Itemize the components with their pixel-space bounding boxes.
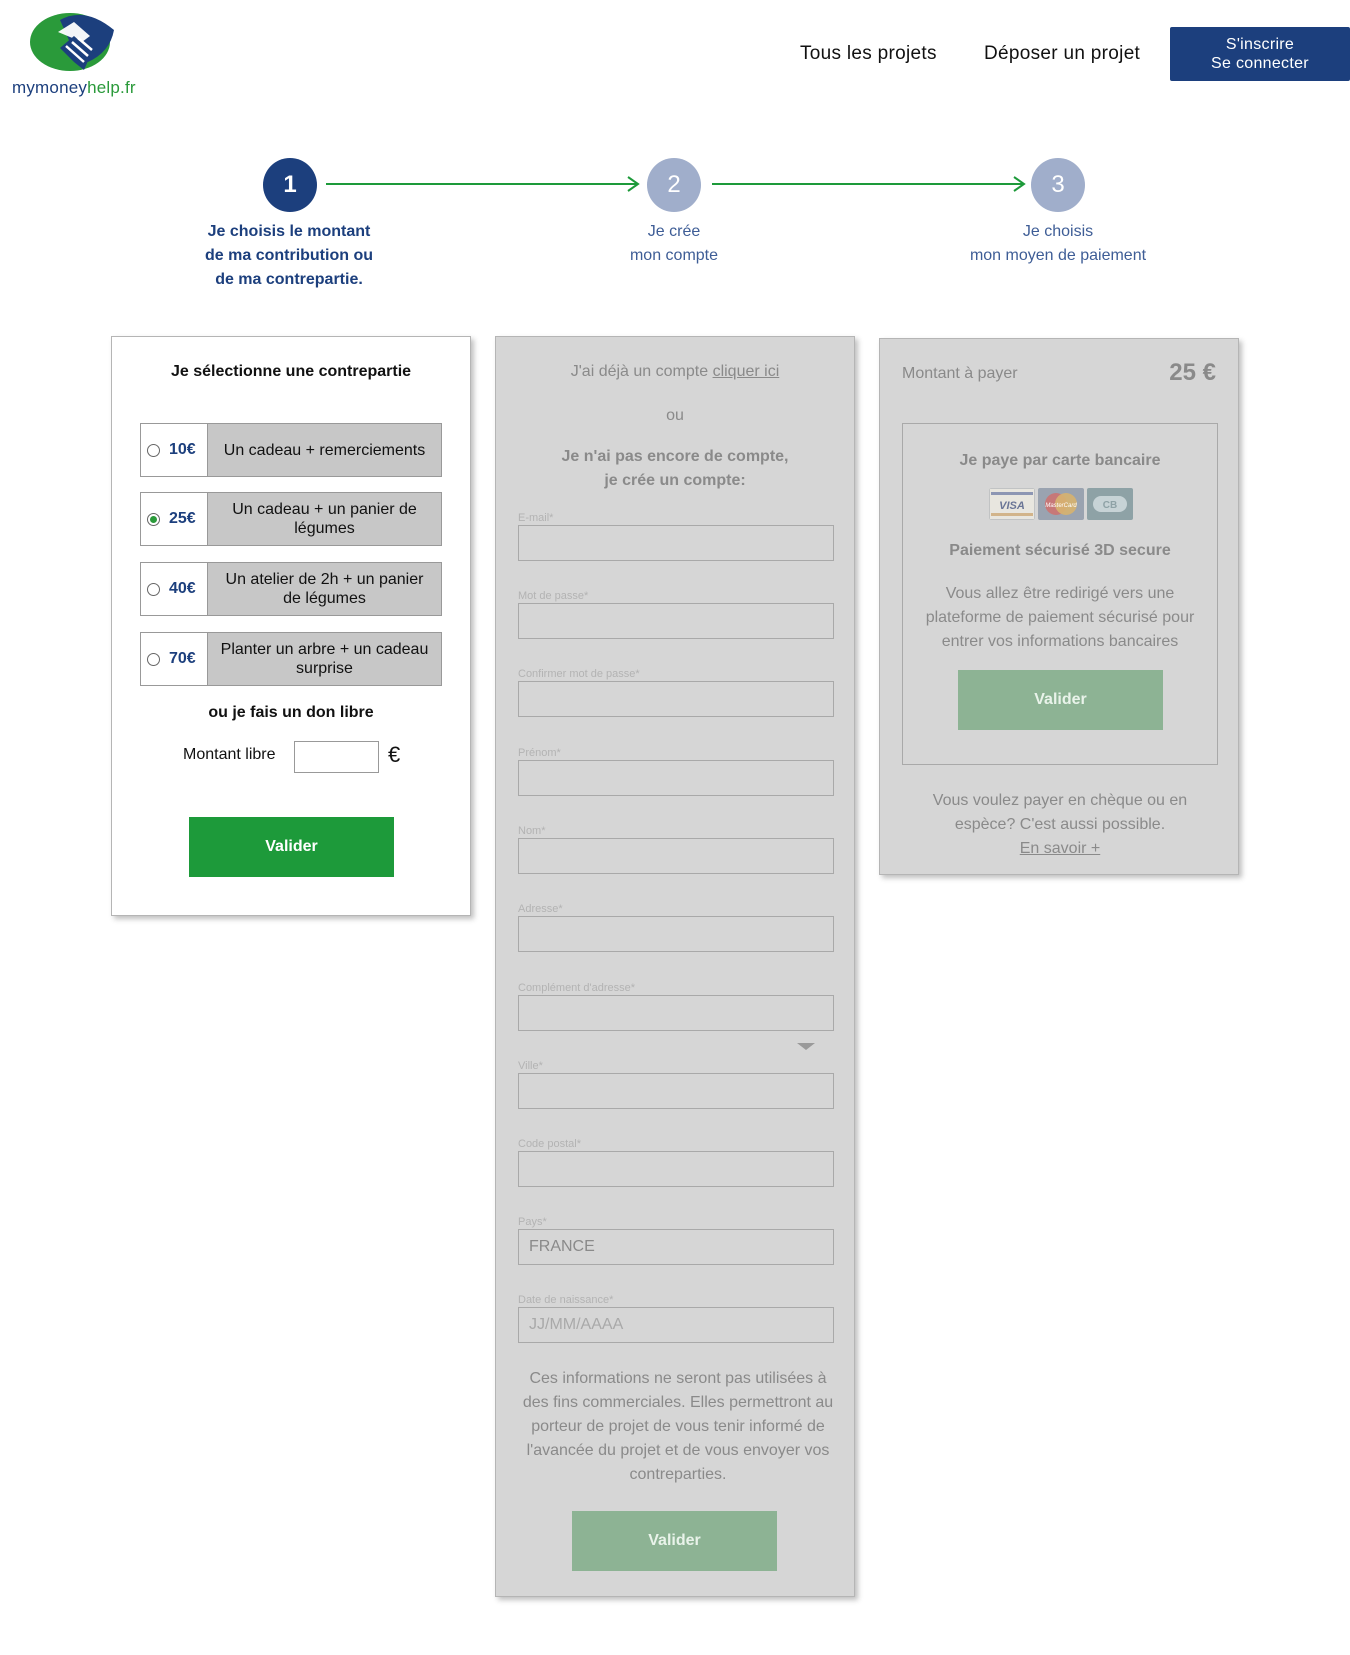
logo-text: mymoneyhelp.fr bbox=[12, 78, 136, 97]
ville-field[interactable] bbox=[518, 1073, 834, 1109]
option-label: Un cadeau + remerciements bbox=[207, 424, 441, 476]
contrepartie-title: Je sélectionne une contrepartie bbox=[170, 363, 412, 380]
password-field[interactable] bbox=[518, 603, 834, 639]
already-account-text: J'ai déjà un compte cliquer ici bbox=[570, 363, 780, 380]
adresse-field[interactable] bbox=[518, 916, 834, 952]
option-price: 10€ bbox=[169, 441, 196, 458]
montant-libre-input[interactable] bbox=[294, 741, 379, 773]
nom-label: Nom* bbox=[518, 825, 546, 837]
contrepartie-panel: Je sélectionne une contrepartie 10€ Un c… bbox=[111, 336, 471, 916]
don-libre-heading: ou je fais un don libre bbox=[208, 704, 374, 721]
svg-text:MasterCard: MasterCard bbox=[1045, 503, 1077, 509]
email-field[interactable] bbox=[518, 525, 834, 561]
option-price: 25€ bbox=[169, 510, 196, 527]
secure-payment-text: Paiement sécurisé 3D secure bbox=[949, 542, 1171, 559]
date-naissance-field[interactable]: JJ/MM/AAAA bbox=[518, 1307, 834, 1343]
amount-label: Montant à payer bbox=[902, 365, 1018, 382]
amount-value: 25 € bbox=[1169, 359, 1216, 386]
option-label: Planter un arbre + un cadeau surprise bbox=[207, 633, 441, 685]
radio-button[interactable] bbox=[147, 444, 160, 457]
card-payment-title: Je paye par carte bancaire bbox=[959, 452, 1161, 469]
visa-icon: VISA bbox=[989, 488, 1035, 520]
valider-contrepartie-button[interactable]: Valider bbox=[189, 817, 394, 877]
nav-link-deposer-un-projet[interactable]: Déposer un projet bbox=[984, 43, 1140, 65]
ville-label: Ville* bbox=[518, 1060, 543, 1072]
alt-payment-text: Vous voulez payer en chèque ou en espèce… bbox=[902, 789, 1218, 861]
date-naissance-label: Date de naissance* bbox=[518, 1294, 614, 1306]
handshake-logo-icon bbox=[30, 13, 114, 71]
step-1-label: Je choisis le montant de ma contribution… bbox=[205, 223, 373, 288]
step-2-label: Je crée mon compte bbox=[629, 223, 719, 264]
valider-payment-button[interactable]: Valider bbox=[958, 670, 1163, 730]
confirm-password-label: Confirmer mot de passe* bbox=[518, 668, 640, 680]
euro-symbol: € bbox=[388, 742, 401, 767]
option-price: 40€ bbox=[169, 580, 196, 597]
valider-account-button[interactable]: Valider bbox=[572, 1511, 777, 1571]
nav-link-tous-les-projets[interactable]: Tous les projets bbox=[800, 43, 937, 65]
create-account-heading: Je n'ai pas encore de compte, je crée un… bbox=[561, 448, 789, 489]
complement-adresse-label: Complément d'adresse* bbox=[518, 982, 636, 994]
email-label: E-mail* bbox=[518, 512, 554, 524]
option-label: Un atelier de 2h + un panier de légumes bbox=[207, 563, 441, 615]
nom-field[interactable] bbox=[518, 838, 834, 874]
option-price: 70€ bbox=[169, 650, 196, 667]
en-savoir-plus-link[interactable]: En savoir + bbox=[902, 837, 1218, 861]
option-10[interactable]: 10€ Un cadeau + remerciements bbox=[140, 423, 442, 477]
payment-panel: Montant à payer 25 € Je paye par carte b… bbox=[879, 338, 1239, 875]
logo[interactable]: mymoneyhelp.fr bbox=[12, 12, 142, 102]
option-label: Un cadeau + un panier de légumes bbox=[207, 493, 441, 545]
login-link[interactable]: cliquer ici bbox=[713, 363, 780, 380]
option-40[interactable]: 40€ Un atelier de 2h + un panier de légu… bbox=[140, 562, 442, 616]
prenom-label: Prénom* bbox=[518, 747, 561, 759]
radio-button-checked[interactable] bbox=[147, 513, 160, 526]
code-postal-label: Code postal* bbox=[518, 1138, 581, 1150]
mastercard-icon: MasterCard bbox=[1038, 488, 1084, 520]
signup-label: S'inscrire bbox=[1225, 36, 1295, 53]
radio-button[interactable] bbox=[147, 583, 160, 596]
step-2-circle: 2 bbox=[647, 158, 701, 212]
svg-text:CB: CB bbox=[1103, 500, 1117, 511]
step-arrow-1 bbox=[326, 176, 640, 192]
option-25[interactable]: 25€ Un cadeau + un panier de légumes bbox=[140, 492, 442, 546]
pays-field[interactable]: FRANCE bbox=[518, 1229, 834, 1265]
step-arrow-2 bbox=[712, 176, 1026, 192]
cb-card-icon: CB bbox=[1087, 488, 1133, 520]
step-3-label: Je choisis mon moyen de paiement bbox=[969, 223, 1147, 264]
card-logos: VISA MasterCard CB bbox=[989, 488, 1133, 520]
option-70[interactable]: 70€ Planter un arbre + un cadeau surpris… bbox=[140, 632, 442, 686]
signup-login-button[interactable]: S'inscrire Se connecter bbox=[1170, 27, 1350, 81]
complement-adresse-field[interactable] bbox=[518, 995, 834, 1031]
adresse-label: Adresse* bbox=[518, 903, 563, 915]
step-3-circle: 3 bbox=[1031, 158, 1085, 212]
privacy-note: Ces informations ne seront pas utilisées… bbox=[522, 1370, 834, 1483]
step-1-circle: 1 bbox=[263, 158, 317, 212]
montant-libre-label: Montant libre bbox=[183, 746, 276, 763]
radio-button[interactable] bbox=[147, 653, 160, 666]
chevron-down-icon[interactable] bbox=[797, 1043, 815, 1050]
login-label: Se connecter bbox=[1211, 55, 1309, 72]
pays-label: Pays* bbox=[518, 1216, 547, 1228]
card-payment-box: Je paye par carte bancaire VISA MasterCa… bbox=[902, 423, 1218, 765]
password-label: Mot de passe* bbox=[518, 590, 589, 602]
account-panel: J'ai déjà un compte cliquer ici ou Je n'… bbox=[495, 336, 855, 1597]
confirm-password-field[interactable] bbox=[518, 681, 834, 717]
or-text: ou bbox=[666, 407, 684, 424]
prenom-field[interactable] bbox=[518, 760, 834, 796]
redirect-text: Vous allez être redirigé vers une platef… bbox=[925, 585, 1195, 650]
svg-text:VISA: VISA bbox=[999, 500, 1025, 512]
code-postal-field[interactable] bbox=[518, 1151, 834, 1187]
